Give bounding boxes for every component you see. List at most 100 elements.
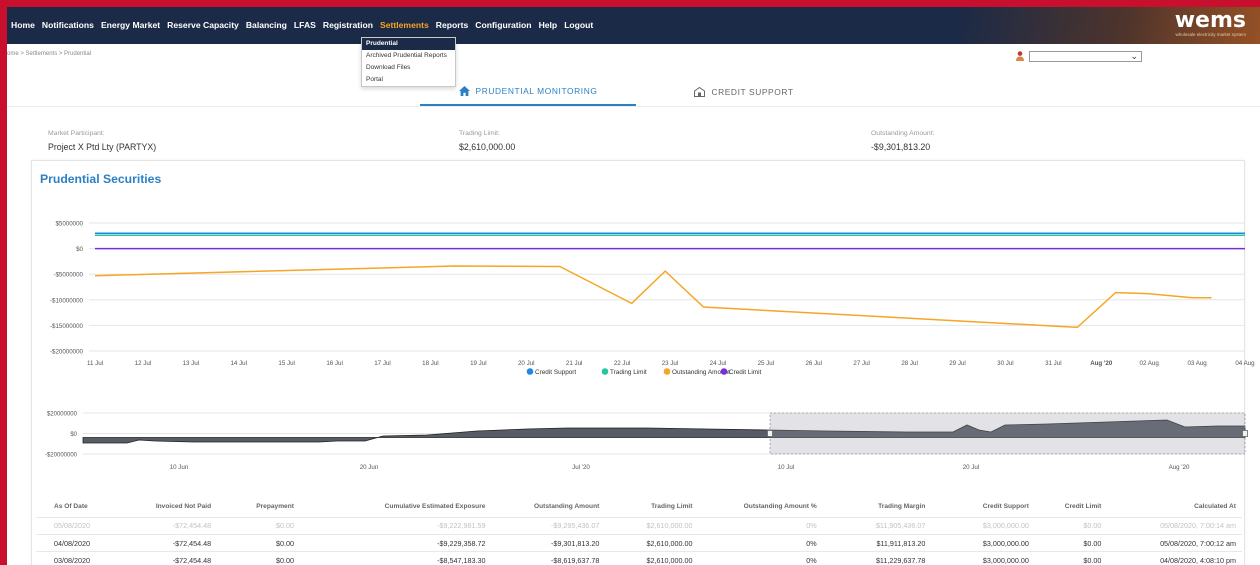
table-cell: $3,000,000.00 [931,516,1035,535]
tab-bar: PRUDENTIAL MONITORING CREDIT SUPPORT [7,78,1260,107]
column-header[interactable]: Outstanding Amount % [698,496,822,517]
table-cell: 0% [698,516,823,535]
table-cell: $2,610,000.00 [605,516,699,535]
navigator-right-handle[interactable] [1242,430,1248,437]
column-header[interactable]: Calculated At [1107,496,1242,517]
table-cell: -$72,454.48 [116,516,218,535]
nav-balancing[interactable]: Balancing [246,20,287,30]
series-line-outstanding-amount[interactable] [94,265,1212,329]
table-cell: $2,610,000.00 [605,551,699,565]
y-tick-label: -$5000000 [53,272,83,279]
menu-item-archived-prudential-reports[interactable]: Archived Prudential Reports [362,50,455,62]
prudential-table: As Of Date Invoiced Not Paid Prepayment Cum… [36,496,1242,565]
x-tick-label: 23 Jul [662,360,679,367]
legend-item[interactable]: Trading Limit [610,369,647,376]
tab-divider [7,106,1260,107]
wems-logo[interactable]: wems wholesale electricity market system [1160,10,1246,40]
x-tick-label: Jul '20 [572,464,590,471]
table-cell: $2,610,000.00 [605,533,699,552]
table-cell: $0.00 [217,516,300,535]
x-tick-label: Aug '20 [1169,464,1190,471]
main-menu: Home Notifications Energy Market Reserve… [11,20,593,30]
x-tick-label: 30 Jul [997,360,1014,367]
table-cell: -$9,229,358.72 [299,533,492,552]
table-cell: -$72,454.48 [116,551,218,565]
x-tick-label: 26 Jul [805,360,822,367]
column-header[interactable]: Trading Margin [823,496,932,517]
nav-lfas[interactable]: LFAS [294,20,316,30]
legend-marker [601,368,609,375]
app-frame: Home Notifications Energy Market Reserve… [7,7,1260,565]
nav-reserve-capacity[interactable]: Reserve Capacity [167,20,239,30]
table-cell: -$9,295,436.07 [491,516,606,535]
x-tick-label: 11 Jul [87,360,103,367]
tab-credit-support[interactable]: CREDIT SUPPORT [636,78,852,106]
legend-item[interactable]: Credit Support [535,369,576,376]
home-icon [458,86,470,96]
column-header[interactable]: Invoiced Not Paid [117,496,217,517]
menu-item-portal[interactable]: Portal [362,74,455,86]
table-row[interactable]: 03/08/2020 -$72,454.48 $0.00 -$8,547,183.30… [36,551,1242,565]
tab-label: PRUDENTIAL MONITORING [475,86,598,96]
nav-home[interactable]: Home [11,20,35,30]
table-row[interactable]: 04/08/2020 -$72,454.48 $0.00 -$9,229,358.72… [36,533,1242,552]
legend-item[interactable]: Credit Limit [729,369,762,376]
column-header[interactable]: Trading Limit [605,496,698,517]
x-tick-label: 29 Jul [949,360,966,367]
nav-energy-market[interactable]: Energy Market [101,20,160,30]
menu-item-prudential[interactable]: Prudential [362,38,455,50]
table-cell: $0.00 [1034,551,1108,565]
x-tick-label: 02 Aug [1140,360,1160,367]
user-icon [1016,51,1024,61]
breadcrumb[interactable]: ome > Settlements > Prudential [7,51,91,57]
panel-title: Prudential Securities [40,172,162,186]
nav-reports[interactable]: Reports [436,20,468,30]
navigator-chart[interactable]: $20000000 $0 -$20000000 10 Jun 20 Jun Jul '2… [7,403,1260,473]
navigator-left-handle[interactable] [767,430,773,437]
chart-legend[interactable]: Credit Support Trading Limit Outstanding A… [526,368,762,376]
x-tick-label: 25 Jul [758,360,775,367]
table-row[interactable]: 05/08/2020 -$72,454.48 $0.00 -$9,222,981.59… [36,516,1242,535]
nav-settlements[interactable]: Settlements [380,20,429,30]
table-cell: $0.00 [217,533,300,552]
participant-select[interactable]: ⌄ [1029,51,1142,62]
x-tick-label: 21 Jul [566,360,583,367]
x-tick-label: 18 Jul [422,360,439,367]
x-tick-label: 03 Aug [1187,360,1207,367]
y-tick-label: -$20000000 [45,453,78,459]
x-tick-label: 14 Jul [230,360,247,367]
logo-tagline: wholesale electricity market system [1175,32,1246,37]
x-tick-label: 04 Aug [1235,360,1255,367]
nav-configuration[interactable]: Configuration [475,20,531,30]
table-cell: 04/08/2020, 4:08:10 pm [1107,551,1242,565]
nav-registration[interactable]: Registration [323,20,373,30]
navigator-y-labels: $20000000 $0 -$20000000 [45,412,78,459]
y-tick-label: -$10000000 [50,297,84,304]
column-header[interactable]: As Of Date [36,496,117,517]
x-tick-label: 20 Jun [360,464,379,471]
table-cell: 03/08/2020 [36,551,117,565]
column-header[interactable]: Prepayment [217,496,300,517]
column-header[interactable]: Cumulative Estimated Exposure [300,496,492,517]
column-header[interactable]: Credit Limit [1035,496,1107,517]
x-tick-label: 10 Jul [778,464,795,471]
market-participant-label: Market Participant: [48,130,105,137]
table-cell: $0.00 [1034,516,1108,535]
table-cell: $11,229,637.78 [822,551,932,565]
nav-logout[interactable]: Logout [564,20,593,30]
trading-limit-label: Trading Limit: [459,130,500,137]
legend-marker [526,368,534,375]
nav-help[interactable]: Help [539,20,558,30]
table-body: 05/08/2020 -$72,454.48 $0.00 -$9,222,981.59… [36,516,1242,565]
y-tick-label: $5000000 [55,221,83,228]
column-header[interactable]: Credit Support [931,496,1035,517]
table-cell: $0.00 [217,551,300,565]
x-tick-label: 24 Jul [710,360,727,367]
navigator-range-window[interactable] [769,412,1246,455]
x-tick-label: 27 Jul [853,360,870,367]
y-tick-label: $0 [76,246,83,253]
column-header[interactable]: Outstanding Amount [491,496,605,517]
menu-item-download-files[interactable]: Download Files [362,62,455,74]
table-cell: 0% [698,551,823,565]
nav-notifications[interactable]: Notifications [42,20,94,30]
